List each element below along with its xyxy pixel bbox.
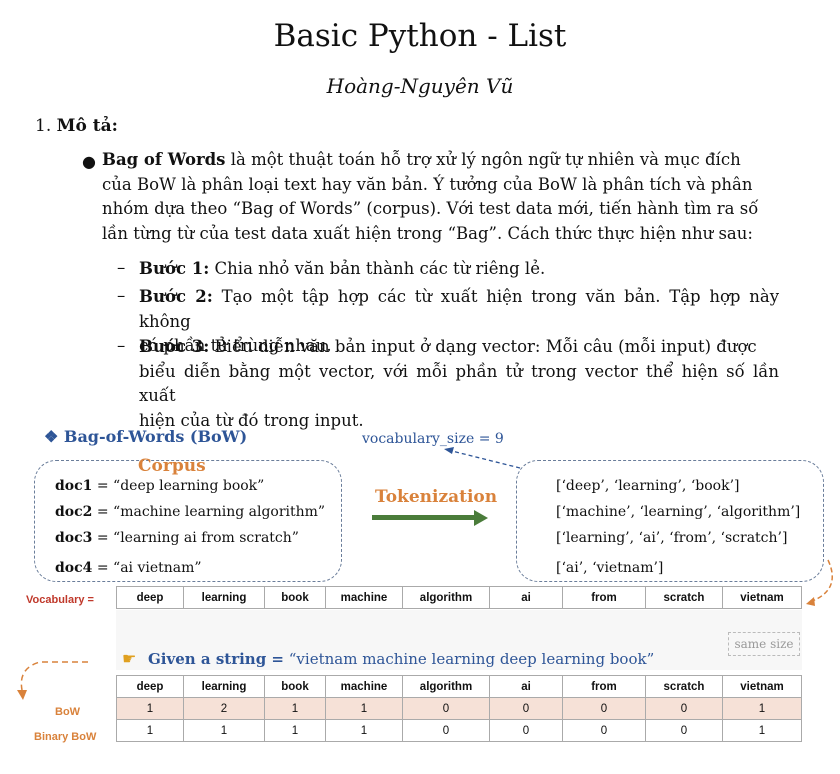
- bow-label: BoW: [55, 706, 81, 718]
- binary-cell: 1: [325, 719, 403, 742]
- arrow-head-icon: [444, 447, 454, 454]
- token-list: [‘learning’, ‘ai’, ‘from’, ‘scratch’]: [556, 530, 788, 546]
- table-row-binary: 1 1 1 1 0 0 0 0 1: [116, 719, 802, 742]
- doc-name: doc4: [55, 560, 93, 576]
- token-list: [‘machine’, ‘learning’, ‘algorithm’]: [556, 504, 801, 520]
- binary-cell: 0: [645, 719, 723, 742]
- vocabulary-table: deep learning book machine algorithm ai …: [116, 586, 802, 609]
- doc-text: = “learning ai from scratch”: [92, 530, 299, 546]
- tokenization-arrow: [372, 515, 474, 520]
- binary-bow-label: Binary BoW: [34, 731, 97, 743]
- bow-cell: 1: [325, 697, 403, 720]
- pointing-hand-icon: ☛: [122, 649, 137, 668]
- bow-cell: 1: [116, 697, 184, 720]
- vocab-cell: deep: [116, 586, 184, 609]
- vocab-cell: algorithm: [402, 586, 490, 609]
- header-cell: algorithm: [402, 675, 490, 698]
- vocab-cell: vietnam: [722, 586, 802, 609]
- header-cell: vietnam: [722, 675, 802, 698]
- header-cell: ai: [489, 675, 563, 698]
- doc-text: = “machine learning algorithm”: [92, 504, 326, 520]
- header-cell: book: [264, 675, 326, 698]
- doc-text: = “deep learning book”: [92, 478, 265, 494]
- bow-cell: 0: [402, 697, 490, 720]
- given-label: Given a string =: [148, 650, 284, 668]
- doc-name: doc3: [55, 530, 93, 546]
- corpus-label: Corpus: [138, 456, 206, 476]
- binary-cell: 1: [722, 719, 802, 742]
- doc-line: doc4 = “ai vietnam”: [55, 560, 202, 576]
- binary-cell: 1: [264, 719, 326, 742]
- bow-cell: 2: [183, 697, 265, 720]
- tokenization-label: Tokenization: [375, 487, 498, 507]
- vocabulary-label: Vocabulary =: [26, 594, 94, 606]
- vocab-cell: from: [562, 586, 646, 609]
- doc-line: doc3 = “learning ai from scratch”: [55, 530, 299, 546]
- table-row-bow: 1 2 1 1 0 0 0 0 1: [116, 697, 802, 720]
- bow-cell: 0: [645, 697, 723, 720]
- bow-arrow: [20, 661, 88, 691]
- doc-line: doc1 = “deep learning book”: [55, 478, 264, 494]
- header-cell: learning: [183, 675, 265, 698]
- header-cell: from: [562, 675, 646, 698]
- arrow-head-icon: [17, 690, 27, 700]
- bow-cell: 0: [489, 697, 563, 720]
- bow-table: deep learning book machine algorithm ai …: [116, 675, 802, 742]
- vocab-cell: ai: [489, 586, 563, 609]
- vocab-cell: machine: [325, 586, 403, 609]
- header-cell: deep: [116, 675, 184, 698]
- binary-cell: 1: [116, 719, 184, 742]
- binary-cell: 0: [562, 719, 646, 742]
- binary-cell: 0: [402, 719, 490, 742]
- bow-cell: 0: [562, 697, 646, 720]
- vocab-cell: book: [264, 586, 326, 609]
- doc-text: = “ai vietnam”: [92, 560, 202, 576]
- bow-cell: 1: [722, 697, 802, 720]
- arrow-right-icon: [474, 510, 488, 526]
- vocab-cell: scratch: [645, 586, 723, 609]
- header-cell: machine: [325, 675, 403, 698]
- doc-name: doc2: [55, 504, 93, 520]
- bow-cell: 1: [264, 697, 326, 720]
- token-list: [‘ai’, ‘vietnam’]: [556, 560, 664, 576]
- header-cell: scratch: [645, 675, 723, 698]
- binary-cell: 1: [183, 719, 265, 742]
- table-header-row: deep learning book machine algorithm ai …: [116, 675, 802, 698]
- doc-name: doc1: [55, 478, 93, 494]
- same-size-note: same size: [728, 632, 800, 656]
- token-list: [‘deep’, ‘learning’, ‘book’]: [556, 478, 740, 494]
- doc-line: doc2 = “machine learning algorithm”: [55, 504, 325, 520]
- arrow-head-icon: [806, 597, 815, 606]
- given-string: Given a string = “vietnam machine learni…: [148, 650, 654, 668]
- vocab-size-arrow: [447, 449, 521, 469]
- binary-cell: 0: [489, 719, 563, 742]
- given-value: “vietnam machine learning deep learning …: [284, 650, 655, 668]
- vocab-cell: learning: [183, 586, 265, 609]
